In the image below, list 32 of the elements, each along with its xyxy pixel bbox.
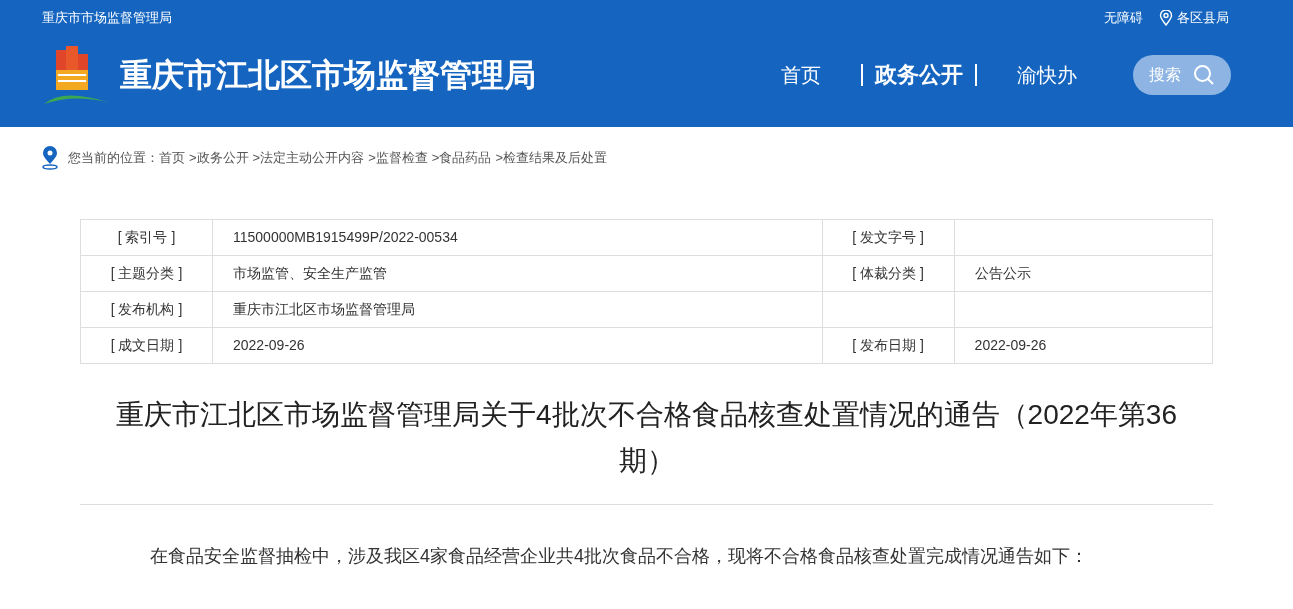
field-value: 市场监管、安全生产监管	[233, 265, 387, 281]
breadcrumb-link[interactable]: 首页	[159, 148, 185, 168]
location-pin-icon	[1159, 10, 1173, 26]
breadcrumb-label: 您当前的位置：	[68, 149, 159, 168]
field-label: [ 发布日期 ]	[852, 337, 924, 353]
field-label: [ 索引号 ]	[117, 229, 176, 245]
breadcrumb-link[interactable]: >食品药品	[431, 148, 492, 168]
field-value: 2022-09-26	[974, 337, 1047, 353]
search-icon	[1193, 64, 1215, 86]
field-value: 2022-09-26	[233, 337, 305, 353]
breadcrumb-link[interactable]: >监督检查	[368, 148, 428, 168]
breadcrumb-link[interactable]: >法定主动公开内容	[252, 148, 365, 168]
breadcrumb-link[interactable]: >检查结果及后处置	[495, 148, 607, 168]
nav-link[interactable]: 政务公开	[861, 64, 977, 86]
article-title: 重庆市江北区市场监督管理局关于4批次不合格食品核查处置情况的通告（2022年第36期）	[115, 398, 1178, 478]
article-paragraph: 在食品安全监督抽检中，涉及我区4家食品经营企业共4批次食品不合格，现将不合格食品核查处置完成情况通告如下：	[149, 545, 1090, 568]
field-value: 11500000MB1915499P/2022-00534	[233, 229, 458, 245]
nav-link[interactable]: 渝快办	[1017, 64, 1077, 86]
field-value: 公告公示	[974, 265, 1031, 281]
field-label: [ 成文日期 ]	[110, 337, 183, 353]
field-label: [ 主题分类 ]	[110, 265, 183, 281]
nav-link[interactable]: 首页	[781, 64, 821, 86]
location-pin-icon	[40, 146, 60, 170]
parent-site-link[interactable]: 重庆市市场监督管理局	[42, 8, 172, 28]
breadcrumb-link[interactable]: >政务公开	[189, 148, 249, 168]
field-label: [ 体裁分类 ]	[852, 265, 924, 281]
field-label: [ 发布机构 ]	[110, 301, 183, 317]
field-label: [ 发文字号 ]	[852, 229, 924, 245]
site-title: 重庆市江北区市场监督管理局	[120, 56, 536, 95]
district-link[interactable]: 各区县局	[1159, 8, 1229, 28]
field-value: 重庆市江北区市场监督管理局	[233, 301, 415, 317]
accessibility-link[interactable]: 无障碍	[1104, 8, 1143, 28]
